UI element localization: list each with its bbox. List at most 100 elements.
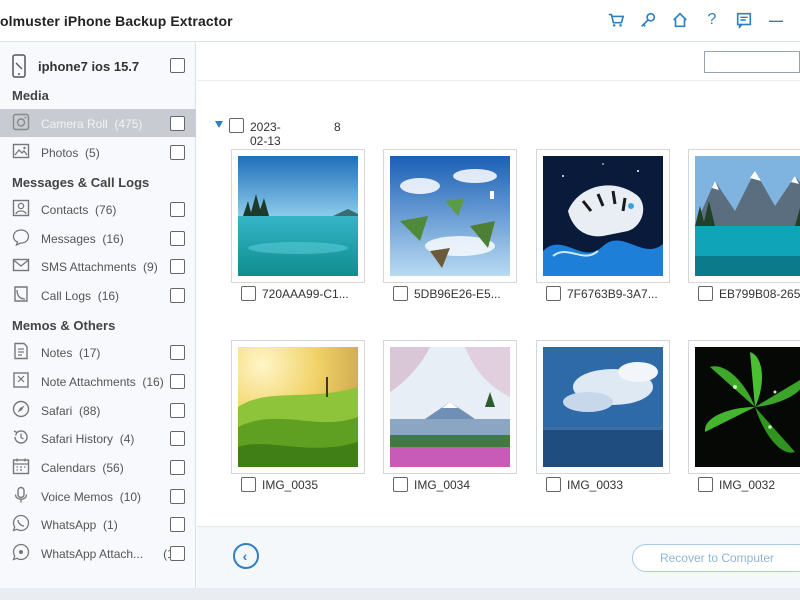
photo-thumbnail[interactable] — [536, 149, 670, 283]
help-icon[interactable]: ? — [702, 10, 722, 30]
photo-thumbnail[interactable] — [231, 149, 365, 283]
photo-item[interactable]: 720AAA99-C1... — [231, 149, 365, 301]
sidebar-item-messages[interactable]: Messages (16) — [0, 224, 196, 252]
photo-item[interactable]: 5DB96E26-E5... — [383, 149, 517, 301]
photo-thumbnail[interactable] — [536, 340, 670, 474]
photo-checkbox[interactable] — [241, 477, 256, 492]
minimize-glyph: — — [769, 12, 783, 28]
help-glyph: ? — [707, 11, 717, 28]
search-input[interactable] — [704, 51, 800, 73]
photo-item[interactable]: EB799B08-265 — [688, 149, 800, 301]
photo-item[interactable]: IMG_0032 — [688, 340, 800, 492]
count-text: (4) — [119, 432, 135, 446]
photo-name: IMG_0034 — [414, 478, 471, 492]
label-text: Notes — [41, 346, 73, 360]
voice-memos-icon — [12, 486, 32, 506]
back-button[interactable]: ‹ — [233, 543, 259, 569]
recover-to-computer-button[interactable]: Recover to Computer — [632, 544, 800, 572]
count-text: (9) — [143, 260, 158, 274]
photo-thumbnail[interactable] — [383, 340, 517, 474]
sidebar-item-whatsapp-attachments[interactable]: WhatsApp Attach... (1) — [0, 539, 196, 567]
sidebar-item-calendars[interactable]: Calendars (56) — [0, 453, 196, 481]
photo-checkbox[interactable] — [393, 286, 408, 301]
safari-history-checkbox[interactable] — [170, 431, 185, 446]
photo-checkbox[interactable] — [393, 477, 408, 492]
camera-roll-checkbox[interactable] — [170, 116, 185, 131]
photo-checkbox[interactable] — [546, 286, 561, 301]
whatsapp-checkbox[interactable] — [170, 517, 185, 532]
sidebar-item-call-logs[interactable]: Call Logs (16) — [0, 281, 196, 309]
count-text: (5) — [85, 146, 100, 160]
count-text: (17) — [79, 346, 101, 360]
calendars-checkbox[interactable] — [170, 460, 185, 475]
sidebar-item-whatsapp[interactable]: WhatsApp (1) — [0, 510, 196, 538]
photo-name: IMG_0035 — [262, 478, 319, 492]
label-text: Safari — [41, 404, 73, 418]
expand-caret-icon[interactable] — [215, 121, 223, 128]
photo-item[interactable]: 7F6763B9-3A7... — [536, 149, 670, 301]
sidebar-item-voice-memos[interactable]: Voice Memos (10) — [0, 482, 196, 510]
sidebar-item-label: Photos (5) — [41, 146, 100, 160]
sidebar-item-sms-attachments[interactable]: SMS Attachments (9) — [0, 252, 196, 280]
label-text: WhatsApp — [41, 518, 97, 532]
section-memos: Memos & Others — [12, 318, 116, 333]
group-count: 8 — [334, 120, 341, 134]
green-hills-image — [238, 347, 358, 467]
divider — [197, 80, 800, 81]
label-text: Messages — [41, 232, 96, 246]
sms-attachments-checkbox[interactable] — [170, 259, 185, 274]
photo-checkbox[interactable] — [698, 477, 713, 492]
note-attachments-checkbox[interactable] — [170, 374, 185, 389]
toolbar-icons: ? — — [606, 10, 786, 30]
sidebar-item-label: WhatsApp (1) — [41, 518, 118, 532]
sidebar-item-label: Call Logs (16) — [41, 289, 119, 303]
photo-item[interactable]: IMG_0033 — [536, 340, 670, 492]
sidebar-item-safari[interactable]: Safari (88) — [0, 396, 196, 424]
contacts-checkbox[interactable] — [170, 202, 185, 217]
notes-checkbox[interactable] — [170, 345, 185, 360]
whatsapp-attachments-icon — [12, 543, 32, 563]
photo-item[interactable]: IMG_0034 — [383, 340, 517, 492]
back-arrow-icon: ‹ — [242, 548, 248, 564]
photo-thumbnail[interactable] — [688, 340, 800, 474]
count-text: (16) — [142, 375, 164, 389]
date-group-checkbox[interactable] — [229, 118, 244, 133]
whatsapp-attachments-checkbox[interactable] — [170, 546, 185, 561]
label-text: Voice Memos — [41, 490, 114, 504]
photo-checkbox[interactable] — [698, 286, 713, 301]
sidebar-item-note-attachments[interactable]: Note Attachments (16) — [0, 367, 196, 395]
call-logs-icon — [12, 285, 32, 305]
sidebar-item-camera-roll[interactable]: Camera Roll (475) — [0, 109, 196, 137]
label-text: Call Logs — [41, 289, 92, 303]
sidebar-item-safari-history[interactable]: Safari History (4) — [0, 424, 196, 452]
device-row[interactable]: iphone7 ios 15.7 — [0, 52, 196, 80]
label-text: Note Attachments — [41, 375, 136, 389]
cart-icon[interactable] — [606, 10, 626, 30]
label-text: Contacts — [41, 203, 89, 217]
key-icon[interactable] — [638, 10, 658, 30]
sidebar-item-photos[interactable]: Photos (5) — [0, 138, 196, 166]
photo-thumbnail[interactable] — [231, 340, 365, 474]
photos-checkbox[interactable] — [170, 145, 185, 160]
device-checkbox[interactable] — [170, 58, 185, 73]
home-icon[interactable] — [670, 10, 690, 30]
photo-thumbnail[interactable] — [688, 149, 800, 283]
photo-item[interactable]: IMG_0035 — [231, 340, 365, 492]
sidebar-item-contacts[interactable]: Contacts (76) — [0, 195, 196, 223]
safari-checkbox[interactable] — [170, 403, 185, 418]
messages-icon — [12, 228, 32, 248]
photos-icon — [12, 142, 32, 162]
minimize-icon[interactable]: — — [766, 10, 786, 30]
sidebar-item-notes[interactable]: Notes (17) — [0, 338, 196, 366]
voice-memos-checkbox[interactable] — [170, 489, 185, 504]
messages-checkbox[interactable] — [170, 231, 185, 246]
call-logs-checkbox[interactable] — [170, 288, 185, 303]
photo-checkbox[interactable] — [241, 286, 256, 301]
whatsapp-icon — [12, 514, 32, 534]
count-text: (88) — [79, 404, 101, 418]
white-tiger-image — [543, 156, 663, 276]
feedback-icon[interactable] — [734, 10, 754, 30]
photo-name: 720AAA99-C1... — [262, 287, 349, 301]
photo-checkbox[interactable] — [546, 477, 561, 492]
photo-thumbnail[interactable] — [383, 149, 517, 283]
